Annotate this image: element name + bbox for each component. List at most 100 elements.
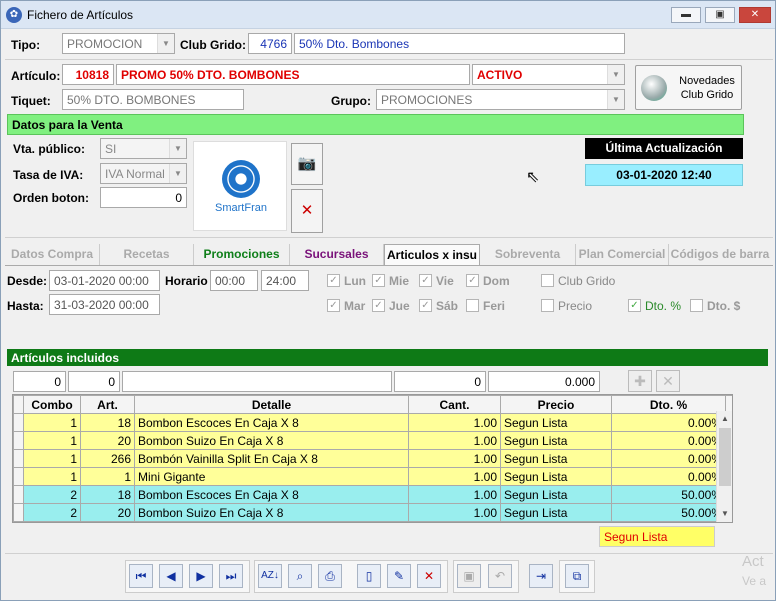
chevron-down-icon[interactable]: ▼ [607, 90, 624, 109]
table-row[interactable]: 1 266 Bombón Vainilla Split En Caja X 8 1.0… [13, 449, 732, 468]
mar-checkbox[interactable]: ✓ [327, 299, 340, 312]
next-record-button[interactable]: ▶ [189, 564, 213, 588]
last-record-button[interactable]: ⏭ [219, 564, 243, 588]
table-row[interactable]: 1 18 Bombon Escoces En Caja X 8 1.00 Segun L… [13, 413, 732, 432]
jue-checkbox[interactable]: ✓ [372, 299, 385, 312]
vta-publico-select[interactable]: SI ▼ [100, 138, 187, 159]
table-row[interactable]: 2 20 Bombon Suizo En Caja X 8 1.00 Segun Lis… [13, 503, 732, 522]
save-button[interactable]: ▣ [457, 564, 481, 588]
precio-opt-label: Precio [558, 299, 593, 313]
grupo-select[interactable]: PROMOCIONES ▼ [376, 89, 625, 110]
articulo-code-field[interactable]: 10818 [62, 64, 114, 85]
search-button[interactable]: ⌕ [288, 564, 312, 588]
articulo-name-field[interactable]: PROMO 50% DTO. BOMBONES [116, 64, 470, 85]
club-code-field[interactable]: 4766 [248, 33, 292, 54]
table-row[interactable]: 1 20 Bombon Suizo En Caja X 8 1.00 Segun Lis… [13, 431, 732, 450]
chevron-down-icon[interactable]: ▼ [169, 139, 186, 158]
minimize-button[interactable]: ▬ [671, 7, 701, 23]
scroll-thumb[interactable] [719, 428, 731, 486]
club-name-field[interactable]: 50% Dto. Bombones [294, 33, 625, 54]
art-input[interactable]: 0 [68, 371, 120, 392]
remove-row-button[interactable]: ✕ [656, 370, 680, 392]
cant-input[interactable]: 0 [394, 371, 486, 392]
camera-icon: 📷 [297, 155, 317, 172]
cell-dto: 0.00% [611, 431, 726, 450]
sab-checkbox[interactable]: ✓ [419, 299, 432, 312]
chevron-down-icon[interactable]: ▼ [157, 34, 174, 53]
grid-scrollbar[interactable]: ▲ ▼ [716, 411, 732, 522]
delete-image-button[interactable]: ✕ [291, 189, 323, 233]
hora-hasta-field[interactable]: 24:00 [261, 270, 309, 291]
detalle-input[interactable] [122, 371, 392, 392]
orden-field[interactable]: 0 [100, 187, 187, 208]
hora-desde-field[interactable]: 00:00 [210, 270, 258, 291]
col-detalle[interactable]: Detalle [134, 395, 409, 414]
table-row[interactable]: 1 1 Mini Gigante 1.00 Segun Lista 0.00% [13, 467, 732, 486]
exit-door-icon: ⇥ [535, 569, 547, 583]
maximize-button[interactable]: ▣ [705, 7, 735, 23]
close-button[interactable]: ✕ [739, 7, 771, 23]
col-combo[interactable]: Combo [23, 395, 81, 414]
title-bar: ✿ Fichero de Artículos ▬ ▣ ✕ [1, 1, 775, 29]
desde-field[interactable]: 03-01-2020 00:00 [49, 270, 160, 291]
club-grido-checkbox[interactable] [541, 274, 554, 287]
precio-checkbox[interactable] [541, 299, 554, 312]
chevron-down-icon[interactable]: ▼ [607, 65, 624, 84]
dto-amount-checkbox[interactable] [690, 299, 703, 312]
row-selector [13, 503, 24, 522]
scroll-up-icon[interactable]: ▲ [717, 411, 733, 427]
row-selector [13, 413, 24, 432]
mie-checkbox[interactable]: ✓ [372, 274, 385, 287]
novedades-button[interactable]: Novedades Club Grido [635, 65, 742, 110]
sort-button[interactable]: AZ↓ [258, 564, 282, 588]
dto-pct-checkbox[interactable]: ✓ [628, 299, 641, 312]
cell-combo: 2 [23, 485, 81, 504]
cell-precio: Segun Lista [500, 467, 612, 486]
edit-button[interactable]: ✎ [387, 564, 411, 588]
main-window: ✿ Fichero de Artículos ▬ ▣ ✕ Tipo: PROMO… [0, 0, 776, 601]
table-row[interactable]: 2 18 Bombon Escoces En Caja X 8 1.00 Segun L… [13, 485, 732, 504]
tab-datos-compra[interactable]: Datos Compra [5, 244, 100, 266]
refresh-icon [641, 75, 667, 101]
print-button[interactable]: ⎙ [318, 564, 342, 588]
col-dto[interactable]: Dto. % [611, 395, 726, 414]
tab-sobreventa[interactable]: Sobreventa [480, 244, 576, 266]
camera-button[interactable]: 📷 [291, 143, 323, 185]
lun-checkbox[interactable]: ✓ [327, 274, 340, 287]
window-button[interactable]: ⧉ [565, 564, 589, 588]
tipo-select[interactable]: PROMOCION ▼ [62, 33, 175, 54]
col-precio[interactable]: Precio [500, 395, 612, 414]
col-cant[interactable]: Cant. [408, 395, 501, 414]
tab-plan-comercial[interactable]: Plan Comercial [576, 244, 669, 266]
cell-cant: 1.00 [408, 413, 501, 432]
estado-select[interactable]: ACTIVO ▼ [472, 64, 625, 85]
combo-input[interactable]: 0 [13, 371, 66, 392]
prev-record-button[interactable]: ◀ [159, 564, 183, 588]
cell-cant: 1.00 [408, 467, 501, 486]
hasta-field[interactable]: 31-03-2020 00:00 [49, 294, 160, 315]
tab-sucursales[interactable]: Sucursales [290, 244, 384, 266]
chevron-down-icon[interactable]: ▼ [169, 164, 186, 183]
tab-recetas[interactable]: Recetas [100, 244, 194, 266]
tab-articulos-x-insu[interactable]: Articulos x insu [384, 244, 480, 266]
first-record-button[interactable]: ⏮ [129, 564, 153, 588]
undo-button[interactable]: ↶ [488, 564, 512, 588]
tab-promociones[interactable]: Promociones [194, 244, 290, 266]
new-button[interactable]: ▯ [357, 564, 381, 588]
novedades-line2: Club Grido [680, 89, 734, 101]
add-row-button[interactable]: ✚ [628, 370, 652, 392]
dom-checkbox[interactable]: ✓ [466, 274, 479, 287]
feri-checkbox[interactable] [466, 299, 479, 312]
col-art[interactable]: Art. [80, 395, 135, 414]
cell-dto: 50.00% [611, 503, 726, 522]
iva-select[interactable]: IVA Normal ▼ [100, 163, 187, 184]
activate-windows-line2: Ve a [742, 574, 767, 588]
tiquet-field[interactable]: 50% DTO. BOMBONES [62, 89, 244, 110]
vie-checkbox[interactable]: ✓ [419, 274, 432, 287]
exit-button[interactable]: ⇥ [529, 564, 553, 588]
undo-icon: ↶ [494, 569, 506, 583]
tab-codigos-barra[interactable]: Códigos de barra [669, 244, 771, 266]
delete-button[interactable]: ✕ [417, 564, 441, 588]
precio-input[interactable]: 0.000 [488, 371, 600, 392]
scroll-down-icon[interactable]: ▼ [717, 506, 733, 522]
